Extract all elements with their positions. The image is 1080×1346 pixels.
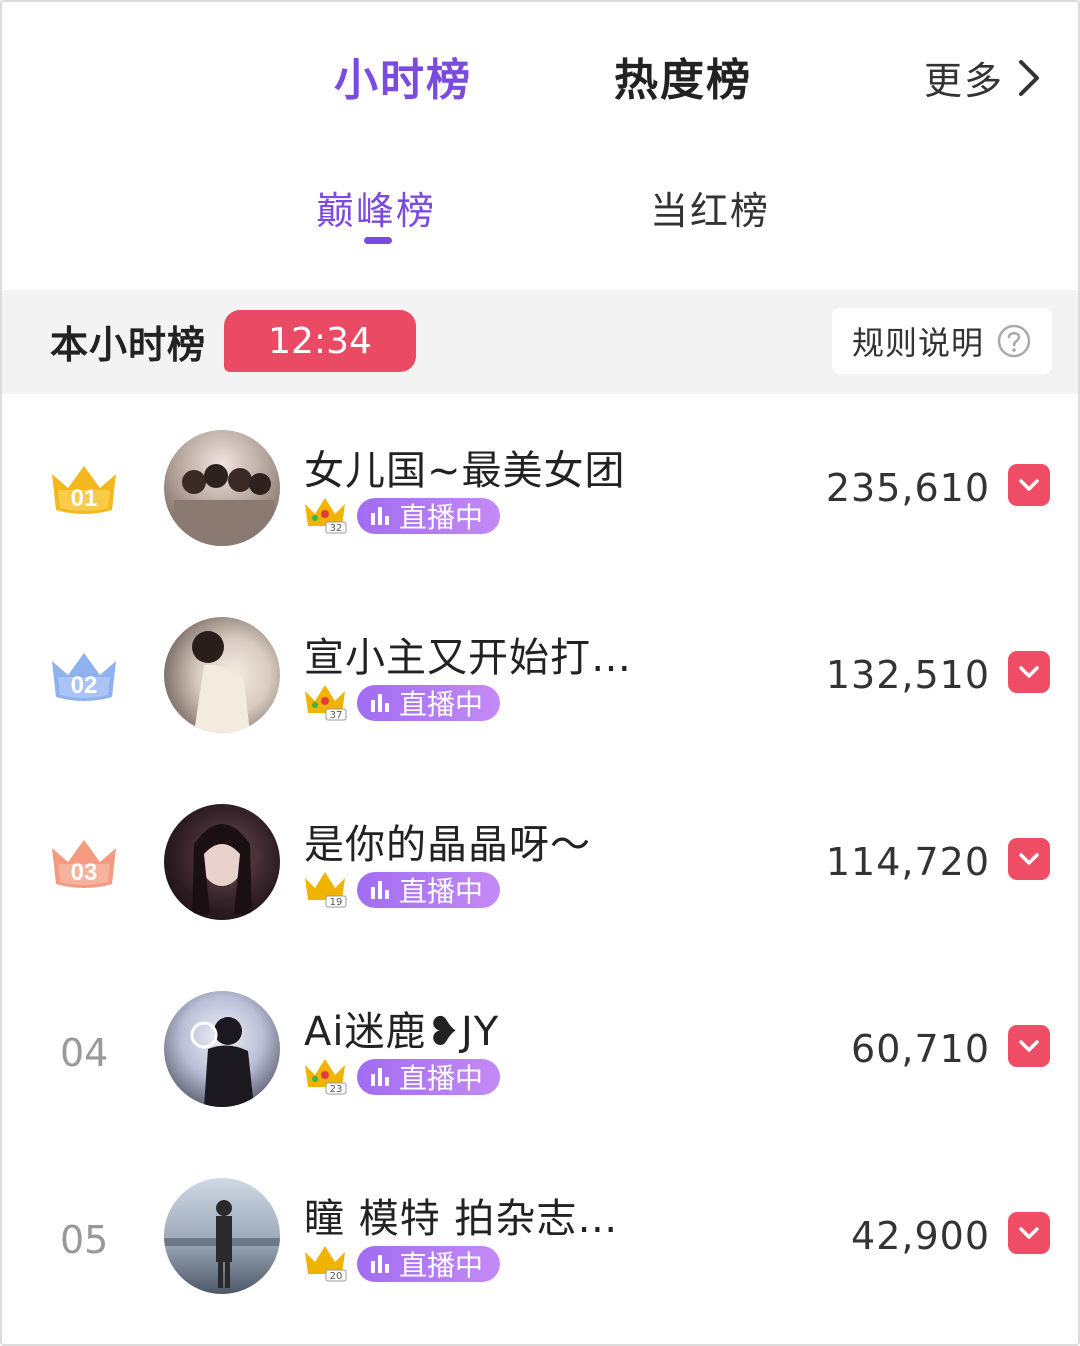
level-number: 20	[330, 1271, 343, 1282]
rank-number: 03	[71, 859, 98, 886]
list-item[interactable]: 02 宣小主又开始打… 37 直播中 132,510	[2, 581, 1078, 768]
more-label: 更多	[923, 59, 1004, 103]
ranking-panel: 小时榜 热度榜 更多 巅峰榜 当红榜 本小时榜 12:34 规则说明 01 女儿…	[0, 0, 1080, 1346]
live-badge: 直播中	[357, 685, 500, 721]
crown-level-icon: 23	[305, 1059, 347, 1095]
live-badge: 直播中	[357, 1059, 500, 1095]
live-label: 直播中	[399, 501, 484, 534]
live-badge: 直播中	[357, 498, 500, 534]
hour-ranking-title: 本小时榜	[50, 323, 207, 367]
crown-level-icon: 37	[305, 685, 347, 721]
live-label: 直播中	[399, 688, 484, 721]
avatar-image	[192, 824, 252, 914]
live-badge: 直播中	[357, 1246, 500, 1282]
expand-button[interactable]	[1008, 1212, 1050, 1254]
level-number: 32	[330, 523, 343, 534]
avatar[interactable]	[164, 430, 280, 546]
tab-hourly[interactable]: 小时榜	[334, 44, 472, 108]
live-label: 直播中	[399, 875, 484, 908]
crown-level-icon: 32	[305, 498, 347, 534]
hour-bar: 本小时榜 12:34 规则说明	[2, 290, 1078, 394]
tab-popular[interactable]: 当红榜	[650, 180, 770, 235]
tab-peak[interactable]: 巅峰榜	[316, 180, 436, 235]
streamer-name: 女儿国~最美女团	[304, 448, 626, 494]
bar-chart-icon	[371, 1068, 389, 1086]
streamer-name: 宣小主又开始打…	[304, 635, 632, 681]
rank-number: 05	[60, 1218, 109, 1262]
rules-button[interactable]: 规则说明	[831, 308, 1052, 374]
level-number: 23	[330, 1084, 343, 1095]
level-number: 37	[330, 710, 343, 721]
crown-level-icon: 20	[305, 1246, 347, 1282]
level-number: 19	[330, 897, 343, 908]
gold-crown-rank-icon: 01	[52, 466, 116, 514]
rank-number: 01	[71, 485, 98, 512]
chevron-down-icon	[1019, 666, 1039, 678]
rank-number: 04	[60, 1031, 109, 1075]
ranking-list: 01 女儿国~最美女团 32 直播中 235,610 02 宣小主又开始打… 3…	[2, 394, 1078, 1329]
tab-heat[interactable]: 热度榜	[614, 44, 752, 108]
streamer-name: 瞳 模特 拍杂志…	[304, 1196, 619, 1242]
countdown-timer: 12:34	[224, 310, 416, 372]
streamer-name: 是你的晶晶呀～	[304, 822, 591, 868]
question-circle-icon	[997, 324, 1031, 358]
rank-number: 02	[71, 672, 98, 699]
top-tab-bar: 小时榜 热度榜 更多	[2, 2, 1078, 142]
more-button[interactable]: 更多	[924, 50, 1040, 105]
rules-label: 规则说明	[851, 324, 984, 362]
chevron-down-icon	[1019, 1227, 1039, 1239]
live-label: 直播中	[399, 1249, 484, 1282]
score-value: 132,510	[825, 653, 990, 697]
list-item[interactable]: 05 瞳 模特 拍杂志… 20 直播中 42,900	[2, 1142, 1078, 1329]
bronze-crown-rank-icon: 03	[52, 840, 116, 888]
chevron-down-icon	[1019, 853, 1039, 865]
score-value: 114,720	[825, 840, 990, 884]
avatar-image	[174, 464, 274, 546]
list-item[interactable]: 03 是你的晶晶呀～ 19 直播中 114,720	[2, 768, 1078, 955]
live-badge: 直播中	[357, 872, 500, 908]
avatar[interactable]	[164, 804, 280, 920]
list-item[interactable]: 01 女儿国~最美女团 32 直播中 235,610	[2, 394, 1078, 581]
live-label: 直播中	[399, 1062, 484, 1095]
chevron-down-icon	[1019, 479, 1039, 491]
score-value: 60,710	[851, 1027, 990, 1071]
crown-level-icon: 19	[305, 872, 347, 908]
score-value: 42,900	[851, 1214, 990, 1258]
avatar-image	[190, 1017, 254, 1107]
bar-chart-icon	[371, 507, 389, 525]
chevron-right-icon	[1019, 59, 1039, 96]
avatar-image	[164, 1200, 280, 1288]
active-tab-indicator	[364, 237, 392, 244]
expand-button[interactable]	[1008, 464, 1050, 506]
bar-chart-icon	[371, 694, 389, 712]
expand-button[interactable]	[1008, 651, 1050, 693]
avatar-image	[192, 631, 250, 733]
expand-button[interactable]	[1008, 838, 1050, 880]
avatar[interactable]	[164, 991, 280, 1107]
list-item[interactable]: 04 Ai迷鹿❥JY 23 直播中 60,710	[2, 955, 1078, 1142]
score-value: 235,610	[825, 466, 990, 510]
bar-chart-icon	[371, 1255, 389, 1273]
bar-chart-icon	[371, 881, 389, 899]
expand-button[interactable]	[1008, 1025, 1050, 1067]
avatar[interactable]	[164, 1178, 280, 1294]
streamer-name: Ai迷鹿❥JY	[304, 1009, 500, 1055]
silver-crown-rank-icon: 02	[52, 653, 116, 701]
chevron-down-icon	[1019, 1040, 1039, 1052]
avatar[interactable]	[164, 617, 280, 733]
